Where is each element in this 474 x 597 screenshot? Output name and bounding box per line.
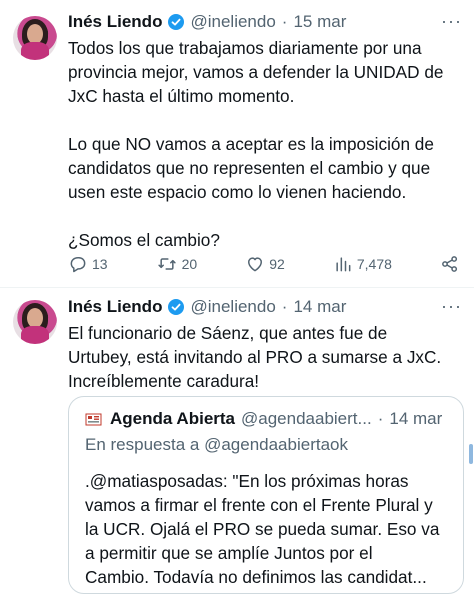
author-handle[interactable]: @ineliendo [190,12,275,32]
like-count: 92 [269,256,285,272]
author-handle[interactable]: @ineliendo [190,297,275,317]
quoted-author-handle[interactable]: @agendaabiert... [241,409,372,429]
reply-icon [70,257,86,273]
retweet-icon [157,258,176,270]
quoted-tweet[interactable]: Agenda Abierta @agendaabiert... · 14 mar… [68,396,464,594]
tweet-header: Inés Liendo @ineliendo · 14 mar [68,296,346,318]
tweet-date[interactable]: 15 mar [293,12,346,32]
more-options-icon[interactable]: ··· [441,11,462,32]
reply-context: En respuesta a @agendaabiertaok [85,435,348,454]
author-name[interactable]: Inés Liendo [68,297,162,317]
verified-badge-icon [168,14,185,30]
share-button[interactable] [440,254,460,274]
tweet-text: El funcionario de Sáenz, que antes fue d… [68,323,442,391]
like-button[interactable]: 92 [245,254,285,274]
separator: · [377,409,384,428]
quoted-tweet-date[interactable]: 14 mar [389,409,442,429]
author-name[interactable]: Inés Liendo [68,12,162,32]
scrollbar[interactable] [469,444,473,464]
reply-count: 13 [92,256,108,272]
agenda-abierta-logo-icon [85,411,102,428]
share-icon [442,256,458,272]
retweet-button[interactable]: 20 [156,254,198,274]
analytics-icon [336,257,351,272]
avatar[interactable] [13,16,57,60]
tweet-actions: 13 20 92 7,478 [68,254,460,274]
view-count: 7,478 [356,256,392,272]
more-options-icon[interactable]: ··· [441,296,462,317]
quoted-tweet-text: .@matiasposadas: "En los próximas horas … [85,471,440,587]
avatar[interactable] [13,300,57,344]
tweet-divider [0,287,474,288]
tweet-date[interactable]: 14 mar [293,297,346,317]
views-button[interactable]: 7,478 [333,254,392,274]
tweet-header: Inés Liendo @ineliendo · 15 mar [68,11,346,33]
heart-icon [248,257,263,272]
separator: · [281,12,288,31]
tweet-text: Todos los que trabajamos diariamente por… [68,38,444,250]
separator: · [281,297,288,316]
verified-badge-icon [168,299,185,315]
quoted-tweet-header: Agenda Abierta @agendaabiert... · 14 mar [85,409,451,429]
reply-button[interactable]: 13 [68,254,108,274]
quoted-author-name[interactable]: Agenda Abierta [110,409,235,429]
retweet-count: 20 [181,256,198,272]
